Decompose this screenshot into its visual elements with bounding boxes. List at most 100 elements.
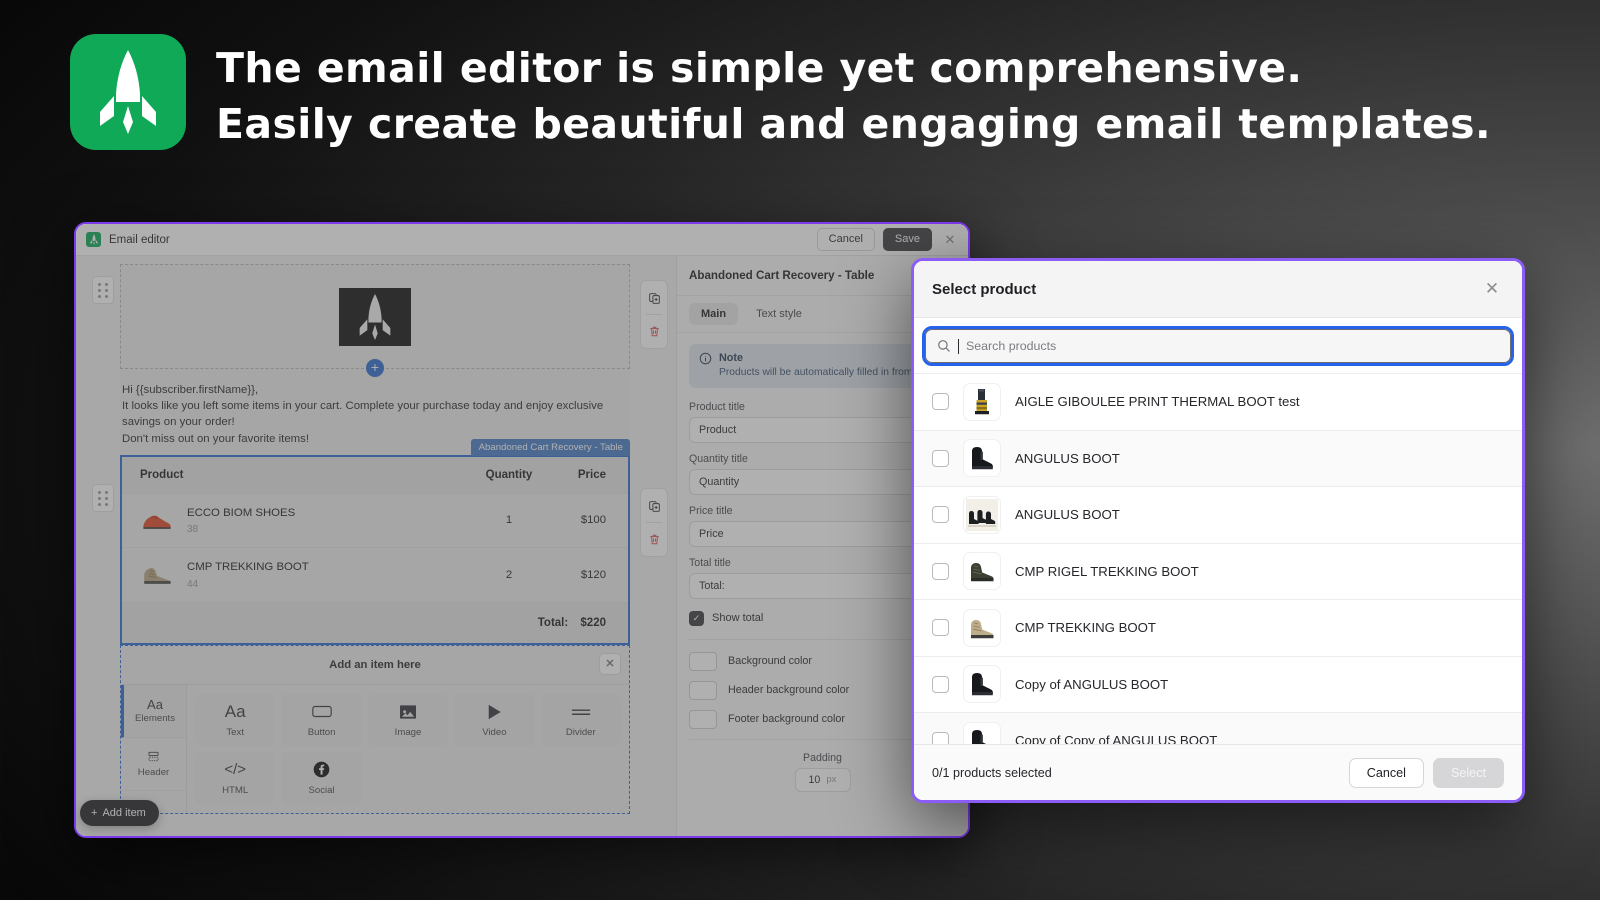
product-checkbox[interactable] (932, 732, 949, 744)
tray-item-label: Image (394, 726, 422, 738)
add-item-button[interactable]: + Add item (80, 800, 159, 826)
list-item[interactable]: CMP TREKKING BOOT (914, 600, 1522, 657)
hero-headline: The email editor is simple yet comprehen… (216, 44, 1491, 149)
modal-header: Select product ✕ (914, 261, 1522, 318)
block-action-rail (640, 488, 668, 557)
list-item[interactable]: Copy of ANGULUS BOOT (914, 657, 1522, 713)
quantity-cell: 1 (466, 492, 552, 548)
tray-item-social[interactable]: Social (281, 751, 362, 804)
header-background-color-swatch[interactable] (689, 680, 717, 700)
tray-item-video[interactable]: Video (454, 693, 535, 746)
info-icon (699, 352, 712, 380)
tray-title: Add an item here (329, 658, 421, 671)
code-icon: </> (224, 761, 247, 779)
sneaker-red-icon (143, 516, 171, 530)
email-sheet: + Hi {{subscriber.firstName}}, It looks … (120, 264, 630, 814)
padding-input[interactable]: 10 px (794, 767, 851, 792)
show-total-checkbox[interactable]: ✓ (689, 610, 704, 626)
product-checkbox[interactable] (932, 675, 949, 693)
trash-icon[interactable] (643, 527, 665, 551)
total-cell: Total: $220 (122, 601, 628, 643)
add-item-label: Add item (102, 807, 146, 819)
table-row: ECCO BIOM SHOES 38 1 $100 (122, 492, 628, 548)
tray-item-html[interactable]: </> HTML (195, 751, 276, 804)
product-name: CMP RIGEL TREKKING BOOT (1015, 563, 1199, 579)
footer-background-color-swatch[interactable] (689, 709, 717, 729)
product-cell: CMP TREKKING BOOT 44 (122, 547, 466, 603)
col-header-quantity: Quantity (466, 456, 552, 494)
tray-item-label: Video (482, 726, 507, 738)
editor-body: + Hi {{subscriber.firstName}}, It looks … (76, 256, 968, 836)
duplicate-icon[interactable] (643, 286, 665, 310)
product-name: ANGULUS BOOT (1015, 450, 1120, 466)
list-item[interactable]: Copy of Copy of ANGULUS BOOT (914, 713, 1522, 744)
tray-category-label: Elements (135, 712, 175, 724)
search-input[interactable]: Search products (922, 326, 1514, 366)
tray-item-button[interactable]: Button (281, 693, 362, 746)
background-color-swatch[interactable] (689, 651, 717, 671)
product-name: ANGULUS BOOT (1015, 507, 1120, 523)
add-item-tray: Add an item here ✕ Aa Elements Header Aa… (120, 644, 630, 814)
product-thumbnail (963, 721, 1001, 744)
tray-item-label: Social (308, 784, 335, 796)
tray-category-elements[interactable]: Aa Elements (121, 684, 186, 738)
close-icon[interactable]: ✕ (599, 652, 621, 675)
price-cell: $100 (552, 492, 628, 548)
close-icon[interactable]: ✕ (1480, 277, 1504, 301)
boot-tan-icon (144, 567, 171, 584)
tab-text-style[interactable]: Text style (744, 303, 814, 325)
facebook-icon (313, 760, 330, 780)
block-drag-handle[interactable] (92, 276, 114, 304)
abandoned-cart-table-block[interactable]: Abandoned Cart Recovery - Table Product … (120, 438, 630, 645)
tab-main[interactable]: Main (689, 303, 739, 325)
text-icon: Aa (224, 701, 246, 721)
close-icon[interactable]: ✕ (940, 230, 960, 250)
tray-item-label: Divider (565, 726, 596, 738)
search-placeholder: Search products (966, 339, 1057, 353)
block-label-badge: Abandoned Cart Recovery - Table (470, 438, 630, 456)
product-variant: 38 (187, 524, 199, 536)
list-item[interactable]: AIGLE GIBOULEE PRINT THERMAL BOOT test (914, 374, 1522, 431)
selected-count-label: 0/1 products selected (932, 765, 1052, 780)
product-list[interactable]: AIGLE GIBOULEE PRINT THERMAL BOOT test A… (914, 373, 1522, 744)
modal-footer-buttons: Cancel Select (1348, 757, 1504, 788)
rail-divider (646, 314, 662, 315)
product-checkbox[interactable] (932, 449, 949, 467)
video-icon (487, 702, 502, 722)
list-item[interactable]: ANGULUS BOOT (914, 430, 1522, 487)
total-label: Total: (537, 616, 569, 629)
color-label: Footer background color (728, 713, 846, 726)
product-name: Copy of ANGULUS BOOT (1015, 676, 1169, 692)
hero-banner: The email editor is simple yet comprehen… (70, 34, 1491, 152)
editor-save-button[interactable]: Save (882, 227, 932, 252)
tray-item-image[interactable]: Image (367, 693, 449, 746)
rocket-image-icon (339, 287, 411, 346)
product-name: ECCO BIOM SHOES (187, 506, 296, 519)
block-action-rail (640, 280, 668, 349)
text-aa-icon: Aa (147, 696, 163, 712)
product-checkbox[interactable] (932, 562, 949, 580)
duplicate-icon[interactable] (643, 494, 665, 518)
email-header-image-block[interactable]: + (120, 264, 630, 377)
list-item[interactable]: ANGULUS BOOT (914, 487, 1522, 544)
drag-dots-icon (98, 490, 108, 506)
product-checkbox[interactable] (932, 619, 949, 637)
modal-cancel-button[interactable]: Cancel (1348, 757, 1424, 788)
tray-item-divider[interactable]: Divider (540, 693, 621, 746)
plus-icon[interactable]: + (366, 359, 384, 377)
table-row: CMP TREKKING BOOT 44 2 $120 (122, 547, 628, 603)
tray-category-header[interactable]: Header (121, 738, 186, 791)
block-drag-handle[interactable] (92, 484, 114, 512)
product-name: AIGLE GIBOULEE PRINT THERMAL BOOT test (1015, 394, 1300, 410)
trash-icon[interactable] (643, 319, 665, 343)
product-checkbox[interactable] (932, 506, 949, 524)
divider-icon (571, 702, 591, 722)
list-item[interactable]: CMP RIGEL TREKKING BOOT (914, 544, 1522, 600)
modal-select-button[interactable]: Select (1432, 757, 1504, 788)
product-checkbox[interactable] (932, 393, 949, 411)
email-editor-window: Email editor Cancel Save ✕ + Hi {{subscr… (74, 222, 970, 838)
tray-item-text[interactable]: Aa Text (195, 693, 276, 746)
editor-cancel-button[interactable]: Cancel (816, 227, 875, 252)
tray-item-grid: Aa Text Button Image Video Divider </> H… (187, 685, 629, 813)
modal-title: Select product (932, 280, 1037, 298)
